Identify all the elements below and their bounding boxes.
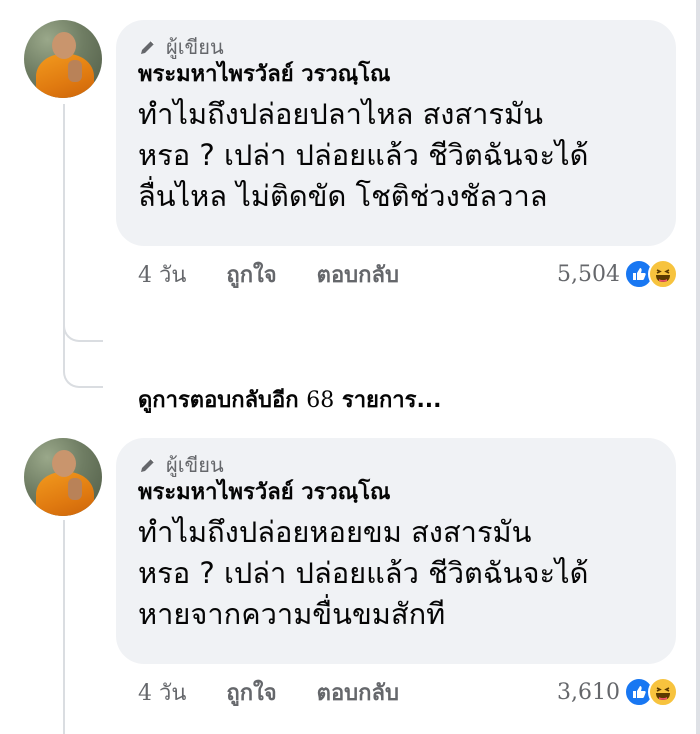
avatar[interactable] (24, 20, 102, 98)
comment-bubble: ผู้เขียน พระมหาไพรวัลย์ วรวณฺโณ ทำไมถึงป… (116, 20, 676, 246)
haha-icon (648, 677, 678, 707)
comment-line: หรอ ? เปล่า ปล่อยแล้ว ชีวิตฉันจะได้ (138, 556, 589, 590)
haha-icon (648, 259, 678, 289)
comment-bubble: ผู้เขียน พระมหาไพรวัลย์ วรวณฺโณ ทำไมถึงป… (116, 438, 676, 664)
comment-line: ทำไมถึงปล่อยหอยขม สงสารมัน (138, 515, 532, 549)
more-replies-suffix: รายการ... (341, 388, 442, 413)
thread-branch (63, 340, 103, 388)
thread-line (63, 520, 65, 734)
author-name[interactable]: พระมหาไพรวัลย์ วรวณฺโณ (138, 478, 654, 508)
reply-button[interactable]: ตอบกลับ (317, 257, 399, 292)
comment-line: ทำไมถึงปล่อยปลาไหล สงสารมัน (138, 97, 543, 131)
pen-icon (141, 458, 155, 472)
comment-text: ทำไมถึงปล่อยหอยขม สงสารมัน หรอ ? เปล่า ป… (138, 512, 654, 635)
like-button[interactable]: ถูกใจ (226, 257, 276, 292)
thread-branch (63, 300, 103, 342)
comment-line: ลื่นไหล ไม่ติดขัด โชติช่วงชัลวาล (138, 179, 548, 213)
author-name[interactable]: พระมหาไพรวัลย์ วรวณฺโณ (138, 60, 654, 90)
reaction-count: 3,610 (557, 679, 620, 705)
author-badge: ผู้เขียน (138, 454, 654, 476)
like-button[interactable]: ถูกใจ (226, 675, 276, 710)
more-replies-count: 68 (306, 388, 335, 413)
comment-actions: 4 วัน ถูกใจ ตอบกลับ 5,504 (138, 256, 678, 292)
author-badge: ผู้เขียน (138, 36, 654, 58)
view-more-replies-link[interactable]: ดูการตอบกลับอีก 68 รายการ... (138, 382, 442, 417)
reaction-count: 5,504 (557, 261, 620, 287)
comment-line: หรอ ? เปล่า ปล่อยแล้ว ชีวิตฉันจะได้ (138, 138, 589, 172)
timestamp[interactable]: 4 วัน (138, 257, 186, 292)
pen-icon (141, 40, 155, 54)
right-edge-divider (696, 0, 700, 734)
author-badge-label: ผู้เขียน (166, 35, 224, 59)
comment-actions: 4 วัน ถูกใจ ตอบกลับ 3,610 (138, 674, 678, 710)
reply-button[interactable]: ตอบกลับ (317, 675, 399, 710)
comment-line: หายจากความขื่นขมสักที (138, 597, 446, 631)
author-badge-label: ผู้เขียน (166, 453, 224, 477)
timestamp[interactable]: 4 วัน (138, 675, 186, 710)
reaction-summary[interactable]: 5,504 (557, 259, 678, 289)
reaction-summary[interactable]: 3,610 (557, 677, 678, 707)
more-replies-prefix: ดูการตอบกลับอีก (138, 388, 299, 413)
comment-text: ทำไมถึงปล่อยปลาไหล สงสารมัน หรอ ? เปล่า … (138, 94, 654, 217)
avatar[interactable] (24, 438, 102, 516)
